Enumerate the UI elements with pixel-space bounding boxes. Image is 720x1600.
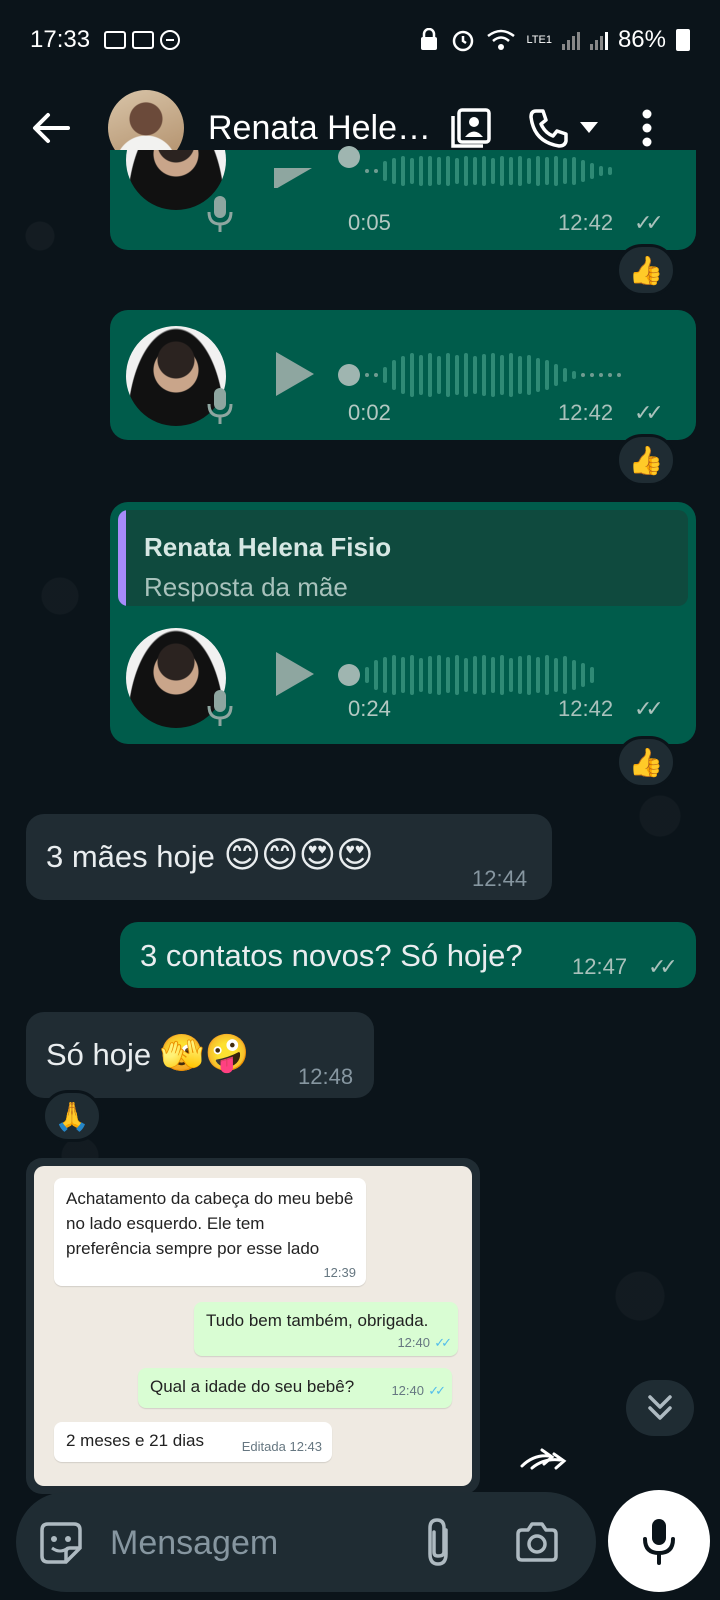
record-voice-button[interactable] [608, 1490, 710, 1592]
reaction-badge[interactable]: 👍 [616, 434, 676, 486]
mic-icon [207, 388, 233, 424]
image-chat-text: 2 meses e 21 dias [66, 1431, 204, 1450]
image-chat-time: 12:40 [391, 1382, 424, 1398]
phone-icon [529, 109, 568, 148]
image-chat-time: Editada 12:43 [241, 1438, 322, 1454]
message-text: 3 mães hoje 😊😊😍😍 [46, 834, 374, 876]
attach-icon[interactable] [422, 1516, 458, 1568]
message-composer [16, 1492, 596, 1592]
mic-icon [207, 196, 233, 232]
quoted-reply[interactable]: Renata Helena Fisio Resposta da mãe [118, 510, 688, 606]
image-chat-time: 12:39 [323, 1264, 356, 1280]
reaction-badge[interactable]: 🙏 [42, 1090, 102, 1142]
wifi-icon [487, 29, 516, 50]
voice-message[interactable]: 0:02 12:42 ✓✓ [110, 310, 696, 440]
voice-message[interactable]: 0:05 12:42 ✓✓ [110, 146, 696, 250]
double-chevron-down-icon [648, 1395, 672, 1420]
signal-icon-2 [589, 30, 608, 50]
incoming-message[interactable]: 3 mães hoje 😊😊😍😍 12:44 [26, 814, 552, 900]
signal-icon [561, 30, 580, 50]
reply-text: Resposta da mãe [144, 572, 348, 602]
message-time: 12:48 [298, 1064, 354, 1089]
reaction-badge[interactable]: 👍 [616, 244, 676, 296]
message-text: Só hoje 🫣🤪 [46, 1032, 249, 1074]
read-ticks: ✓✓ [648, 954, 678, 979]
scroll-to-bottom-button[interactable] [626, 1380, 694, 1436]
voice-duration: 0:02 [348, 400, 391, 425]
battery-percent: 86% [617, 26, 666, 53]
status-bar: 17:33 LTE1 86% [0, 0, 720, 80]
voice-duration: 0:24 [348, 696, 391, 721]
waveform [338, 350, 621, 400]
caret-down-icon [580, 122, 598, 133]
read-ticks: ✓✓ [634, 210, 664, 235]
outgoing-message[interactable]: 3 contatos novos? Só hoje? 12:47 ✓✓ [120, 922, 696, 988]
waveform [338, 650, 594, 700]
message-time: 12:42 [558, 400, 614, 425]
image-read-ticks: ✓✓ [428, 1382, 446, 1398]
image-chat-bubble: Qual a idade do seu bebê? 12:40 ✓✓ [138, 1368, 452, 1408]
message-input[interactable] [110, 1518, 400, 1568]
waveform [338, 146, 612, 196]
reply-author: Renata Helena Fisio [144, 532, 392, 562]
message-emojis: 🫣🤪 [159, 1032, 250, 1073]
do-not-disturb-icon [160, 30, 181, 50]
alarm-icon [453, 30, 474, 52]
more-vertical-icon [642, 109, 652, 147]
read-ticks: ✓✓ [634, 400, 664, 425]
voicemail-icon [104, 31, 127, 49]
image-preview[interactable]: Achatamento da cabeça do meu bebê no lad… [34, 1166, 472, 1486]
network-type-label: LTE1 [526, 34, 552, 46]
call-dropdown-button[interactable] [577, 118, 601, 138]
message-body: Só hoje [46, 1037, 152, 1072]
system-icons: LTE1 86% [418, 26, 690, 54]
reply-accent-bar [118, 510, 126, 606]
sticker-icon[interactable] [38, 1520, 84, 1566]
back-button[interactable] [26, 103, 76, 153]
play-icon [274, 168, 312, 188]
contact-name[interactable]: Renata Hele… [208, 109, 433, 148]
message-body: 3 mães hoje [46, 839, 215, 874]
more-options-button[interactable] [619, 100, 675, 156]
message-time: 12:44 [472, 866, 528, 891]
image-chat-time: 12:40 [397, 1334, 430, 1350]
image-message[interactable]: Achatamento da cabeça do meu bebê no lad… [26, 1158, 480, 1494]
voice-duration: 0:05 [348, 210, 391, 235]
thumbs-up-reaction: 👍 [628, 746, 664, 778]
reaction-badge[interactable]: 👍 [616, 736, 676, 788]
image-chat-bubble: 2 meses e 21 dias Editada 12:43 [54, 1422, 332, 1462]
image-chat-text: Qual a idade do seu bebê? [150, 1377, 355, 1396]
message-time: 12:47 [572, 954, 628, 979]
forward-icon[interactable] [520, 1448, 570, 1472]
incoming-message[interactable]: Só hoje 🫣🤪 12:48 [26, 1012, 374, 1098]
pray-reaction: 🙏 [54, 1100, 90, 1132]
image-read-ticks: ✓✓ [434, 1334, 452, 1350]
lock-icon [421, 28, 438, 50]
notification-icons [104, 30, 181, 50]
status-time: 17:33 [30, 26, 91, 53]
voicemail-icon [132, 31, 155, 49]
image-chat-bubble: Achatamento da cabeça do meu bebê no lad… [54, 1178, 366, 1286]
arrow-left-icon [33, 113, 70, 143]
play-button[interactable] [276, 352, 314, 396]
battery-icon [676, 29, 690, 51]
microphone-icon [643, 1519, 675, 1565]
thumbs-up-reaction: 👍 [628, 444, 664, 476]
contact-card-icon [451, 108, 491, 148]
read-ticks: ✓✓ [634, 696, 664, 721]
play-button[interactable] [276, 652, 314, 696]
message-time: 12:42 [558, 210, 614, 235]
voice-reply-message[interactable]: Renata Helena Fisio Resposta da mãe 0:24… [110, 502, 696, 744]
message-text: 3 contatos novos? Só hoje? [140, 938, 523, 973]
camera-icon[interactable] [514, 1520, 560, 1564]
image-chat-text: Achatamento da cabeça do meu bebê no lad… [66, 1189, 354, 1259]
message-time: 12:42 [558, 696, 614, 721]
thumbs-up-reaction: 👍 [628, 254, 664, 286]
play-button[interactable] [274, 168, 314, 188]
mic-icon [207, 690, 233, 726]
message-emojis: 😊😊😍😍 [223, 834, 374, 875]
image-chat-text: Tudo bem também, obrigada. [206, 1311, 429, 1330]
image-chat-bubble: Tudo bem também, obrigada. 12:40 ✓✓ [194, 1302, 458, 1356]
